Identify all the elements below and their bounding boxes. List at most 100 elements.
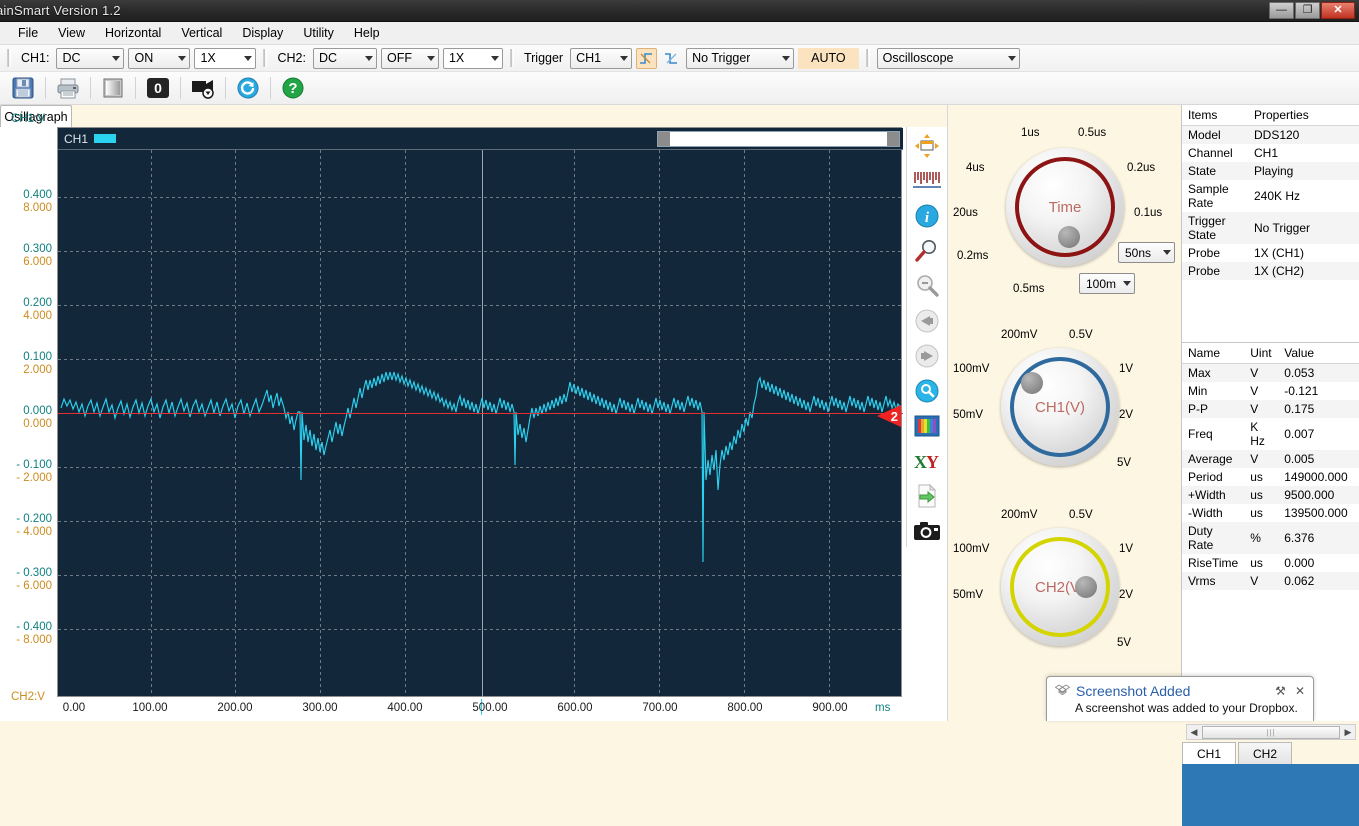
auto-button[interactable]: AUTO: [798, 47, 859, 69]
scroll-left-icon[interactable]: ◀: [1187, 727, 1201, 738]
range-handle-left[interactable]: [658, 132, 670, 146]
device-mode-select[interactable]: Oscilloscope: [876, 47, 1020, 69]
menu-vertical[interactable]: Vertical: [171, 23, 232, 43]
property-value: 240K Hz: [1254, 189, 1301, 203]
table-row[interactable]: Probe 1X (CH2): [1182, 262, 1359, 280]
table-row[interactable]: +Width us 9500.000: [1182, 486, 1359, 504]
menu-file[interactable]: File: [8, 23, 48, 43]
refresh-icon[interactable]: [233, 73, 263, 103]
time-base-select[interactable]: 50ns: [1118, 242, 1175, 263]
ruler-icon[interactable]: [909, 165, 945, 198]
tab-ch2[interactable]: CH2: [1238, 742, 1293, 764]
ch2-state-select[interactable]: OFF: [380, 47, 439, 69]
tab-ch1[interactable]: CH1: [1182, 742, 1237, 764]
search-icon[interactable]: [909, 374, 945, 407]
close-button[interactable]: ✕: [1321, 2, 1355, 19]
table-row[interactable]: State Playing: [1182, 162, 1359, 180]
forward-arrow-icon[interactable]: [909, 340, 945, 373]
ch1-label: CH1:: [21, 51, 50, 65]
restore-button[interactable]: ❐: [1295, 2, 1320, 19]
horizontal-range-scrollbar[interactable]: [657, 131, 900, 147]
counter-icon[interactable]: 0: [143, 73, 173, 103]
menu-horizontal[interactable]: Horizontal: [95, 23, 171, 43]
info-icon[interactable]: i: [909, 200, 945, 233]
notification-body: A screenshot was added to your Dropbox.: [1075, 701, 1298, 715]
time-scale-select[interactable]: 100m: [1079, 273, 1135, 294]
dropbox-notification[interactable]: Screenshot Added A screenshot was added …: [1046, 676, 1314, 721]
table-row[interactable]: Duty Rate% 6.376: [1182, 522, 1359, 554]
properties-header-items: Items: [1182, 105, 1248, 126]
measurement-unit: us: [1250, 506, 1263, 520]
measurements-header-unit: Uint: [1244, 343, 1279, 364]
print-icon[interactable]: [53, 73, 83, 103]
toolbar-divider: [270, 77, 271, 99]
back-arrow-icon[interactable]: [909, 305, 945, 338]
camera-icon[interactable]: [909, 514, 945, 547]
waveform-plot[interactable]: CH1 2: [57, 127, 903, 697]
xy-mode-icon[interactable]: X Y: [909, 444, 945, 477]
ch2-knob-pointer[interactable]: [1075, 576, 1097, 598]
table-row[interactable]: P-P V 0.175: [1182, 400, 1359, 418]
ch1-coupling-select[interactable]: DC: [56, 47, 125, 69]
table-row[interactable]: Probe 1X (CH1): [1182, 244, 1359, 262]
x-axis: 0.00 100.00 200.00 300.00 400.00 500.00 …: [57, 699, 902, 721]
rising-edge-icon[interactable]: [636, 47, 658, 69]
range-handle-right[interactable]: [887, 132, 899, 146]
table-row[interactable]: RiseTime us 0.000: [1182, 554, 1359, 572]
color-palette-icon[interactable]: [909, 409, 945, 442]
menu-utility[interactable]: Utility: [293, 23, 344, 43]
ch2-knob-label: 100mV: [953, 543, 990, 555]
time-knob-pointer[interactable]: [1058, 226, 1080, 248]
ch1-volts-knob[interactable]: CH1(V): [1001, 348, 1119, 466]
help-icon[interactable]: ?: [278, 73, 308, 103]
ch1-coupling-value: DC: [62, 51, 81, 65]
menu-help[interactable]: Help: [344, 23, 390, 43]
minimize-button[interactable]: —: [1269, 2, 1294, 19]
settings-icon[interactable]: ⚒: [1275, 684, 1286, 698]
table-row[interactable]: -Width us 139500.000: [1182, 504, 1359, 522]
close-icon[interactable]: ✕: [1295, 684, 1305, 698]
table-row[interactable]: Trigger State No Trigger: [1182, 212, 1359, 244]
ch2-volts-knob[interactable]: CH2(V): [1001, 528, 1119, 646]
trigger-source-select[interactable]: CH1: [570, 47, 633, 69]
table-row[interactable]: Max V 0.053: [1182, 363, 1359, 382]
ch1-probe-select[interactable]: 1X: [194, 47, 257, 69]
ch2-probe-select[interactable]: 1X: [442, 47, 503, 69]
measurements-hscrollbar[interactable]: ◀ ||| ▶: [1186, 724, 1356, 740]
y-tick-ch2: - 4.000: [16, 526, 52, 538]
scroll-right-icon[interactable]: ▶: [1341, 727, 1355, 738]
table-row[interactable]: Vrms V 0.062: [1182, 572, 1359, 590]
toolbar-divider: [180, 77, 181, 99]
move-icon[interactable]: [909, 130, 945, 163]
trigger-marker-number: 2: [890, 409, 898, 424]
scroll-thumb[interactable]: |||: [1202, 725, 1340, 739]
menu-display[interactable]: Display: [232, 23, 293, 43]
zoom-in-icon[interactable]: [909, 235, 945, 268]
ch1-state-select[interactable]: ON: [128, 47, 191, 69]
export-icon[interactable]: [909, 479, 945, 512]
time-knob-label: 0.2us: [1127, 162, 1156, 174]
time-knob[interactable]: Time: [1006, 148, 1124, 266]
record-icon[interactable]: [188, 73, 218, 103]
ch1-knob-pointer[interactable]: [1021, 372, 1043, 394]
channel-toolbar: CH1: DC ON 1X CH2: DC OFF 1X Trigger CH1: [0, 45, 1359, 72]
menu-view[interactable]: View: [48, 23, 95, 43]
y-tick-ch1: 0.300: [23, 243, 52, 255]
ch2-state-value: OFF: [386, 51, 412, 65]
table-row[interactable]: Period us 149000.000: [1182, 468, 1359, 486]
trigger-mode-select[interactable]: No Trigger: [686, 47, 795, 69]
table-row[interactable]: Min V -0.121: [1182, 382, 1359, 400]
ch1-knob-label: 100mV: [953, 363, 990, 375]
table-row[interactable]: Sample Rate 240K Hz: [1182, 180, 1359, 212]
zoom-out-icon[interactable]: [909, 270, 945, 303]
table-row[interactable]: Channel CH1: [1182, 144, 1359, 162]
save-icon[interactable]: [8, 73, 38, 103]
measurement-value: 6.376: [1278, 522, 1359, 554]
table-row[interactable]: Model DDS120: [1182, 125, 1359, 144]
y-axis-ch1-label: CH1:V: [11, 113, 45, 125]
table-row[interactable]: Freq K Hz 0.007: [1182, 418, 1359, 450]
table-row[interactable]: Average V 0.005: [1182, 450, 1359, 468]
falling-edge-icon[interactable]: [661, 48, 682, 69]
screen-icon[interactable]: [98, 73, 128, 103]
ch2-coupling-select[interactable]: DC: [312, 47, 377, 69]
